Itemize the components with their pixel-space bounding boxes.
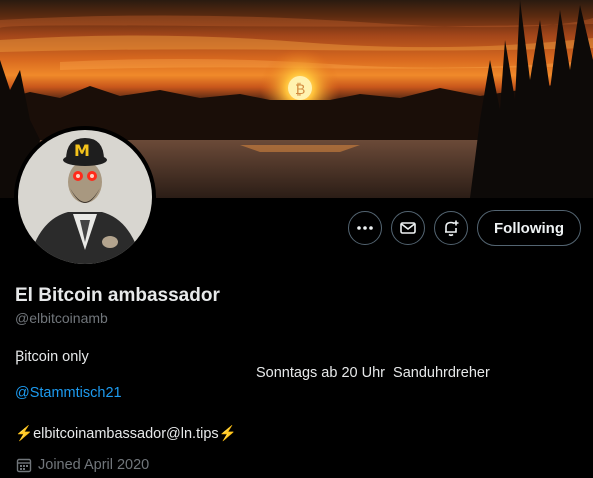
notify-button[interactable] <box>434 211 469 245</box>
more-icon <box>357 226 373 230</box>
more-button[interactable] <box>348 211 383 245</box>
avatar-portrait-image: M <box>18 130 152 264</box>
following-button[interactable]: Following <box>477 210 581 246</box>
bio-lightning-address: ⚡elbitcoinambassador@ln.tips⚡ <box>15 425 237 442</box>
bell-plus-icon <box>445 220 459 237</box>
lightning-icon: ⚡ <box>218 426 237 442</box>
bio-mention-link[interactable]: @Stammtisch21 <box>15 385 122 401</box>
profile-actions: Following <box>348 210 581 246</box>
profile-name: El Bitcoin ambassador <box>15 285 220 306</box>
svg-text:M: M <box>74 141 90 160</box>
joined-text: Joined April 2020 <box>38 457 150 473</box>
lightning-icon: ⚡ <box>15 426 34 442</box>
calendar-icon <box>16 458 32 473</box>
joined-date: Joined April 2020 <box>16 457 149 473</box>
svg-text:₿: ₿ <box>295 82 305 98</box>
bio-line: Sonntags ab 20 Uhr Sanduhrdreher <box>256 365 490 381</box>
profile-handle: @elbitcoinamb <box>15 310 108 326</box>
avatar[interactable]: M <box>14 126 156 268</box>
message-button[interactable] <box>391 211 426 245</box>
lightning-address-text: elbitcoinambassador@ln.tips <box>33 426 219 442</box>
bio-line: Ꞵitcoin only <box>15 349 89 365</box>
envelope-icon <box>400 222 416 234</box>
